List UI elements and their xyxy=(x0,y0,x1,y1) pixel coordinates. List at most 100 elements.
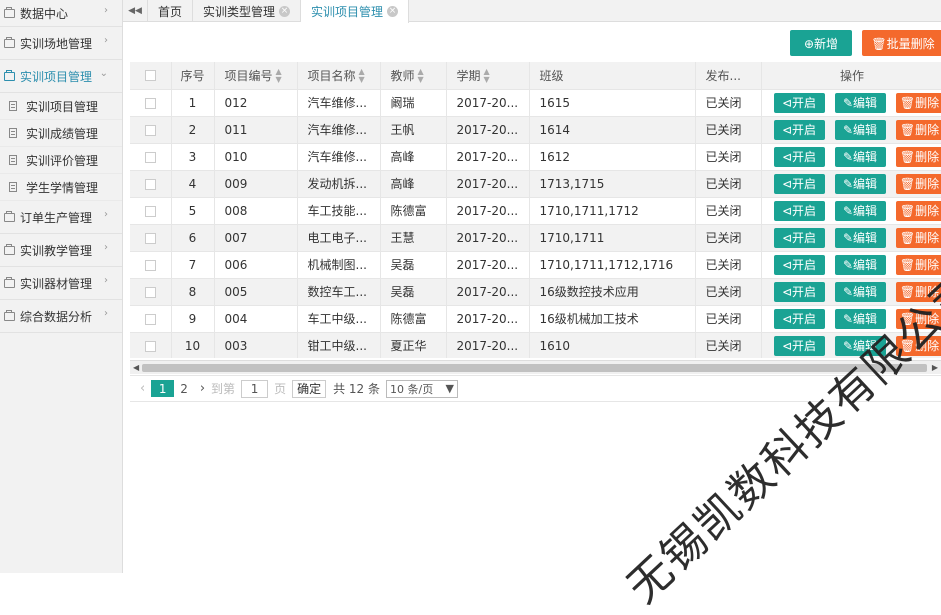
edit-button[interactable]: ✎编辑 xyxy=(835,282,886,302)
table-row[interactable]: 1012汽车维修...阚瑞2017-20...1615已关闭⊲开启✎编辑🗑删除 xyxy=(130,89,941,116)
edit-button[interactable]: ✎编辑 xyxy=(835,228,886,248)
row-checkbox[interactable] xyxy=(145,233,156,244)
sidebar-item[interactable]: 实训项目管理⌄ xyxy=(0,60,122,93)
row-checkbox-cell[interactable] xyxy=(130,197,171,224)
open-button[interactable]: ⊲开启 xyxy=(774,93,825,113)
page-2-button[interactable]: 2 xyxy=(180,382,188,396)
table-row[interactable]: 10003钳工中级...夏正华2017-20...1610已关闭⊲开启✎编辑🗑删… xyxy=(130,332,941,358)
sort-icon[interactable]: ▲▼ xyxy=(276,68,282,84)
row-checkbox[interactable] xyxy=(145,125,156,136)
scrollbar-thumb[interactable] xyxy=(142,364,927,372)
open-button[interactable]: ⊲开启 xyxy=(774,228,825,248)
row-checkbox-cell[interactable] xyxy=(130,89,171,116)
row-checkbox-cell[interactable] xyxy=(130,278,171,305)
open-button[interactable]: ⊲开启 xyxy=(774,282,825,302)
goto-page-input[interactable]: 1 xyxy=(241,380,268,398)
scroll-left-icon[interactable]: ◀ xyxy=(133,363,139,372)
row-checkbox-cell[interactable] xyxy=(130,170,171,197)
open-button[interactable]: ⊲开启 xyxy=(774,120,825,140)
checkbox[interactable] xyxy=(145,70,156,81)
sidebar-item[interactable]: 订单生产管理› xyxy=(0,201,122,234)
page-1-button[interactable]: 1 xyxy=(151,380,174,397)
sidebar-subitem[interactable]: 学生学情管理 xyxy=(0,174,122,201)
horizontal-scrollbar[interactable]: ◀ ▶ xyxy=(130,360,941,374)
delete-button[interactable]: 🗑删除 xyxy=(896,120,941,140)
sidebar-item[interactable]: 实训场地管理› xyxy=(0,27,122,60)
select-all-checkbox[interactable] xyxy=(130,62,171,89)
sidebar-item[interactable]: 实训教学管理› xyxy=(0,234,122,267)
scroll-right-icon[interactable]: ▶ xyxy=(932,363,938,372)
col-header-term[interactable]: 学期▲▼ xyxy=(446,62,529,89)
delete-button[interactable]: 🗑删除 xyxy=(896,336,941,356)
add-button[interactable]: ⊕新增 xyxy=(790,30,852,56)
sidebar-item[interactable]: 实训器材管理› xyxy=(0,267,122,300)
edit-button[interactable]: ✎编辑 xyxy=(835,309,886,329)
delete-button[interactable]: 🗑删除 xyxy=(896,309,941,329)
delete-button[interactable]: 🗑删除 xyxy=(896,147,941,167)
table-row[interactable]: 9004车工中级...陈德富2017-20...16级机械加工技术已关闭⊲开启✎… xyxy=(130,305,941,332)
row-checkbox-cell[interactable] xyxy=(130,116,171,143)
row-checkbox[interactable] xyxy=(145,314,156,325)
row-checkbox[interactable] xyxy=(145,206,156,217)
prev-page-button[interactable]: ‹ xyxy=(140,381,145,396)
table-row[interactable]: 2011汽车维修...王帆2017-20...1614已关闭⊲开启✎编辑🗑删除 xyxy=(130,116,941,143)
row-checkbox-cell[interactable] xyxy=(130,224,171,251)
row-checkbox[interactable] xyxy=(145,341,156,352)
edit-button[interactable]: ✎编辑 xyxy=(835,147,886,167)
open-button[interactable]: ⊲开启 xyxy=(774,147,825,167)
sidebar-subitem[interactable]: 实训项目管理 xyxy=(0,93,122,120)
page-size-select[interactable]: 10 条/页▼ xyxy=(386,380,458,398)
row-checkbox[interactable] xyxy=(145,179,156,190)
row-checkbox-cell[interactable] xyxy=(130,251,171,278)
table-row[interactable]: 3010汽车维修...高峰2017-20...1612已关闭⊲开启✎编辑🗑删除 xyxy=(130,143,941,170)
open-button[interactable]: ⊲开启 xyxy=(774,336,825,356)
collapse-sidebar-button[interactable]: ◀◀ xyxy=(123,0,148,22)
open-button[interactable]: ⊲开启 xyxy=(774,174,825,194)
table-row[interactable]: 7006机械制图...吴磊2017-20...1710,1711,1712,17… xyxy=(130,251,941,278)
confirm-goto-button[interactable]: 确定 xyxy=(292,380,326,398)
edit-button[interactable]: ✎编辑 xyxy=(835,201,886,221)
row-checkbox-cell[interactable] xyxy=(130,143,171,170)
delete-button[interactable]: 🗑删除 xyxy=(896,201,941,221)
sort-icon[interactable]: ▲▼ xyxy=(359,68,365,84)
delete-button[interactable]: 🗑删除 xyxy=(896,93,941,113)
close-tab-icon[interactable]: × xyxy=(387,6,398,17)
delete-button[interactable]: 🗑删除 xyxy=(896,174,941,194)
sidebar-item[interactable]: 综合数据分析› xyxy=(0,300,122,333)
row-checkbox-cell[interactable] xyxy=(130,332,171,358)
delete-button[interactable]: 🗑删除 xyxy=(896,255,941,275)
edit-button[interactable]: ✎编辑 xyxy=(835,120,886,140)
sidebar-item[interactable]: 数据中心› xyxy=(0,0,122,27)
tab-home[interactable]: 首页 xyxy=(148,0,193,22)
open-button[interactable]: ⊲开启 xyxy=(774,201,825,221)
col-header-teacher[interactable]: 教师▲▼ xyxy=(380,62,446,89)
edit-button[interactable]: ✎编辑 xyxy=(835,93,886,113)
table-row[interactable]: 6007电工电子...王慧2017-20...1710,1711已关闭⊲开启✎编… xyxy=(130,224,941,251)
row-checkbox[interactable] xyxy=(145,260,156,271)
edit-button[interactable]: ✎编辑 xyxy=(835,255,886,275)
table-row[interactable]: 4009发动机拆...高峰2017-20...1713,1715已关闭⊲开启✎编… xyxy=(130,170,941,197)
table-row[interactable]: 8005数控车工...吴磊2017-20...16级数控技术应用已关闭⊲开启✎编… xyxy=(130,278,941,305)
close-tab-icon[interactable]: × xyxy=(279,6,290,17)
edit-button[interactable]: ✎编辑 xyxy=(835,336,886,356)
col-header-code[interactable]: 项目编号▲▼ xyxy=(214,62,297,89)
row-checkbox-cell[interactable] xyxy=(130,305,171,332)
delete-button[interactable]: 🗑删除 xyxy=(896,228,941,248)
open-button[interactable]: ⊲开启 xyxy=(774,309,825,329)
tab-training-type[interactable]: 实训类型管理× xyxy=(193,0,301,22)
row-checkbox[interactable] xyxy=(145,98,156,109)
sort-icon[interactable]: ▲▼ xyxy=(418,68,424,84)
row-checkbox[interactable] xyxy=(145,287,156,298)
tab-training-project[interactable]: 实训项目管理× xyxy=(301,0,409,23)
delete-button[interactable]: 🗑删除 xyxy=(896,282,941,302)
next-page-button[interactable]: › xyxy=(200,381,205,396)
col-header-name[interactable]: 项目名称▲▼ xyxy=(297,62,380,89)
edit-button[interactable]: ✎编辑 xyxy=(835,174,886,194)
open-button[interactable]: ⊲开启 xyxy=(774,255,825,275)
batch-delete-button[interactable]: 🗑批量删除 xyxy=(862,30,941,56)
row-checkbox[interactable] xyxy=(145,152,156,163)
sort-icon[interactable]: ▲▼ xyxy=(484,68,490,84)
sidebar-subitem[interactable]: 实训评价管理 xyxy=(0,147,122,174)
sidebar-subitem[interactable]: 实训成绩管理 xyxy=(0,120,122,147)
table-row[interactable]: 5008车工技能...陈德富2017-20...1710,1711,1712已关… xyxy=(130,197,941,224)
